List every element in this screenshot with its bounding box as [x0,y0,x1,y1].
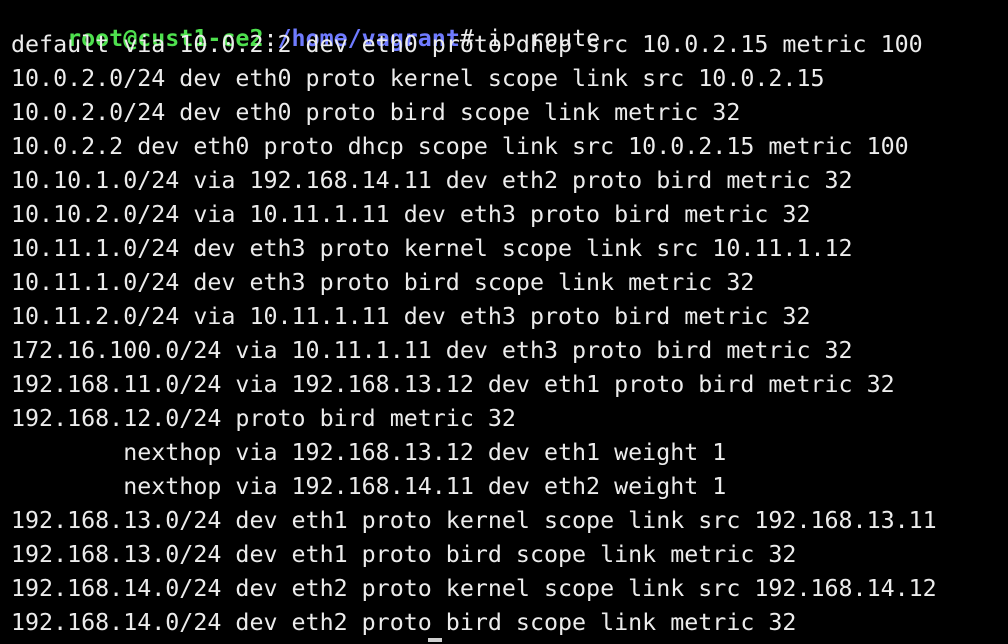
output-line: nexthop via 192.168.13.12 dev eth1 weigh… [11,439,727,466]
output-line: 192.168.11.0/24 via 192.168.13.12 dev et… [11,371,895,398]
output-line: 10.0.2.2 dev eth0 proto dhcp scope link … [11,133,909,160]
prompt-line: root@cust1-ce2:/home/vagrant# ip route [11,0,1008,52]
output-line: default via 10.0.2.2 dev eth0 proto dhcp… [11,31,923,58]
output-line: 172.16.100.0/24 via 10.11.1.11 dev eth3 … [11,337,853,364]
output-line: 192.168.13.0/24 dev eth1 proto bird scop… [11,541,797,568]
text-cursor [428,638,442,642]
output-line: 10.0.2.0/24 dev eth0 proto kernel scope … [11,65,825,92]
output-line: nexthop via 192.168.14.11 dev eth2 weigh… [11,473,727,500]
output-line: 10.10.2.0/24 via 10.11.1.11 dev eth3 pro… [11,201,811,228]
output-line: 10.11.1.0/24 dev eth3 proto kernel scope… [11,235,853,262]
output-line: 10.10.1.0/24 via 192.168.14.11 dev eth2 … [11,167,853,194]
output-line: 192.168.14.0/24 dev eth2 proto kernel sc… [11,575,937,602]
output-line: 10.11.2.0/24 via 10.11.1.11 dev eth3 pro… [11,303,811,330]
output-line: 192.168.14.0/24 dev eth2 proto bird scop… [11,609,797,636]
output-line: 192.168.13.0/24 dev eth1 proto kernel sc… [11,507,937,534]
terminal-window[interactable]: root@cust1-ce2:/home/vagrant# ip route d… [0,0,1008,644]
output-line: 10.11.1.0/24 dev eth3 proto bird scope l… [11,269,755,296]
output-line: 10.0.2.0/24 dev eth0 proto bird scope li… [11,99,741,126]
output-line: 192.168.12.0/24 proto bird metric 32 [11,405,516,432]
